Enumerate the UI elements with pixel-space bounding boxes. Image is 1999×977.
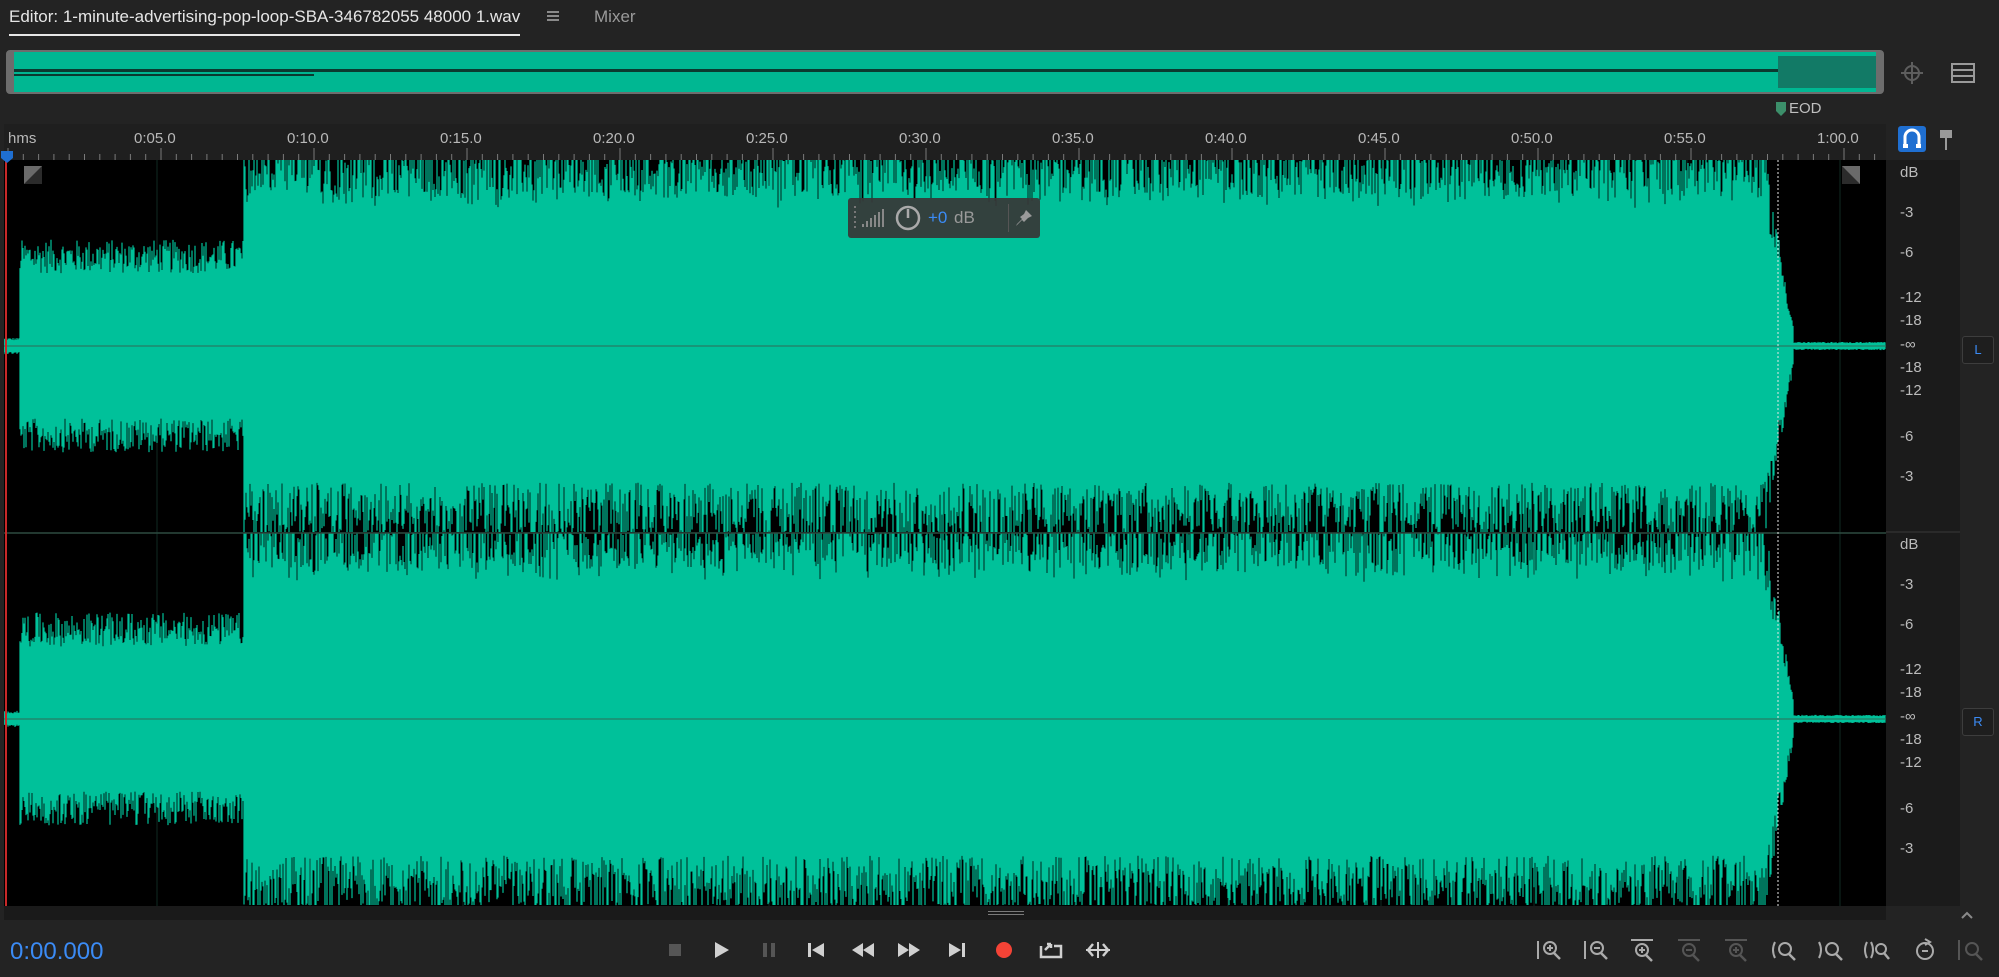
ruler-tick-label: 1:00.0 bbox=[1817, 130, 1859, 147]
horizontal-scrollbar[interactable] bbox=[4, 906, 1886, 920]
hud-grip-icon[interactable] bbox=[854, 206, 858, 230]
ruler-tick-label: 0:55.0 bbox=[1664, 130, 1706, 147]
volume-unit: dB bbox=[954, 208, 975, 227]
waveform-display[interactable]: +0 dB bbox=[1, 151, 1886, 906]
db-label: -12 bbox=[1900, 754, 1922, 771]
fade-out-handle-icon[interactable] bbox=[1842, 166, 1860, 184]
waveform-channels bbox=[4, 160, 1886, 906]
hud-divider bbox=[1008, 204, 1009, 232]
db-label: -∞ bbox=[1900, 336, 1916, 353]
zoom-to-selection-icon[interactable] bbox=[1862, 936, 1892, 964]
eod-label: EOD bbox=[1789, 100, 1822, 117]
ruler-tick-label: 0:45.0 bbox=[1358, 130, 1400, 147]
fast-forward-icon[interactable] bbox=[894, 936, 924, 964]
pin-icon[interactable] bbox=[1014, 208, 1034, 228]
ruler-tick-label: 0:20.0 bbox=[593, 130, 635, 147]
zoom-out-time-icon[interactable] bbox=[1675, 936, 1705, 964]
tab-mixer[interactable]: Mixer bbox=[594, 0, 636, 34]
volume-hud[interactable]: +0 dB bbox=[848, 198, 1040, 238]
db-label: -3 bbox=[1900, 468, 1914, 485]
amplitude-scale[interactable]: dB -3 -6 -12 -18 -∞ -18 -12 -6 -3 dB -3 … bbox=[1886, 160, 1960, 906]
db-label: dB bbox=[1900, 164, 1919, 181]
skip-selection-icon[interactable] bbox=[1083, 936, 1113, 964]
overview-waveform bbox=[8, 52, 1882, 92]
volume-knob-icon[interactable] bbox=[894, 204, 922, 232]
zoom-out-full-icon[interactable] bbox=[1722, 936, 1752, 964]
db-label: -3 bbox=[1900, 576, 1914, 593]
db-label: -6 bbox=[1900, 616, 1914, 633]
panel-toggle-icon[interactable] bbox=[1950, 60, 1976, 86]
db-label: -6 bbox=[1900, 244, 1914, 261]
ruler-unit-label: hms bbox=[8, 130, 37, 147]
db-label: dB bbox=[1900, 536, 1919, 553]
db-label: -3 bbox=[1900, 204, 1914, 221]
waveform-overview[interactable] bbox=[6, 50, 1884, 94]
db-label: -6 bbox=[1900, 428, 1914, 445]
fade-in-handle-icon[interactable] bbox=[24, 166, 42, 184]
volume-value[interactable]: +0 bbox=[928, 208, 947, 228]
db-label: -12 bbox=[1900, 382, 1922, 399]
zoom-in-time-icon[interactable] bbox=[1628, 936, 1658, 964]
time-ruler[interactable]: hms 0:05.0 0:10.0 0:15.0 0:20.0 0:25.0 0… bbox=[4, 124, 1886, 161]
tab-bar: Editor: 1-minute-advertising-pop-loop-SB… bbox=[0, 0, 1999, 36]
zoom-out-amplitude-icon[interactable] bbox=[1581, 936, 1611, 964]
db-label: -18 bbox=[1900, 731, 1922, 748]
ruler-tick-label: 0:25.0 bbox=[746, 130, 788, 147]
db-label: -18 bbox=[1900, 312, 1922, 329]
channel-left-toggle[interactable]: L bbox=[1962, 336, 1994, 364]
stop-icon[interactable] bbox=[660, 936, 690, 964]
pause-icon[interactable] bbox=[754, 936, 784, 964]
playhead-handle-icon[interactable] bbox=[0, 150, 14, 164]
tab-editor[interactable]: Editor: 1-minute-advertising-pop-loop-SB… bbox=[9, 0, 521, 36]
hud-level-icon bbox=[862, 208, 886, 228]
zoom-in-amplitude-icon[interactable] bbox=[1534, 936, 1564, 964]
snap-icon[interactable] bbox=[1898, 126, 1926, 152]
playhead[interactable] bbox=[5, 160, 7, 906]
ruler-tick-label: 0:05.0 bbox=[134, 130, 176, 147]
zoom-in-right-icon[interactable] bbox=[1816, 936, 1846, 964]
ruler-tick-label: 0:50.0 bbox=[1511, 130, 1553, 147]
time-display[interactable]: 0:00.000 bbox=[10, 938, 103, 966]
scroll-up-icon[interactable] bbox=[1960, 908, 1974, 920]
zoom-navigator-icon[interactable] bbox=[1898, 60, 1928, 86]
ruler-tick-label: 0:40.0 bbox=[1205, 130, 1247, 147]
db-label: -3 bbox=[1900, 840, 1914, 857]
skip-to-end-icon[interactable] bbox=[942, 936, 972, 964]
tab-menu-icon[interactable] bbox=[546, 9, 560, 23]
ruler-tick-label: 0:10.0 bbox=[287, 130, 329, 147]
rewind-icon[interactable] bbox=[848, 936, 878, 964]
amplitude-scale-ticks bbox=[1886, 531, 1960, 533]
zoom-reset-icon[interactable] bbox=[1911, 936, 1941, 964]
db-label: -12 bbox=[1900, 661, 1922, 678]
db-label: -∞ bbox=[1900, 708, 1916, 725]
db-label: -18 bbox=[1900, 684, 1922, 701]
db-label: -6 bbox=[1900, 800, 1914, 817]
db-label: -18 bbox=[1900, 359, 1922, 376]
channel-right-toggle[interactable]: R bbox=[1962, 708, 1994, 736]
loop-icon[interactable] bbox=[1036, 936, 1066, 964]
ruler-tick-label: 0:30.0 bbox=[899, 130, 941, 147]
marker-pin-icon[interactable] bbox=[1936, 126, 1956, 152]
play-icon[interactable] bbox=[706, 936, 736, 964]
ruler-tick-label: 0:15.0 bbox=[440, 130, 482, 147]
record-icon[interactable] bbox=[989, 936, 1019, 964]
eod-marker-icon[interactable] bbox=[1776, 102, 1786, 116]
skip-to-start-icon[interactable] bbox=[801, 936, 831, 964]
ruler-tick-label: 0:35.0 bbox=[1052, 130, 1094, 147]
zoom-in-left-icon[interactable] bbox=[1769, 936, 1799, 964]
db-label: -12 bbox=[1900, 289, 1922, 306]
zoom-fit-icon[interactable] bbox=[1956, 936, 1986, 964]
